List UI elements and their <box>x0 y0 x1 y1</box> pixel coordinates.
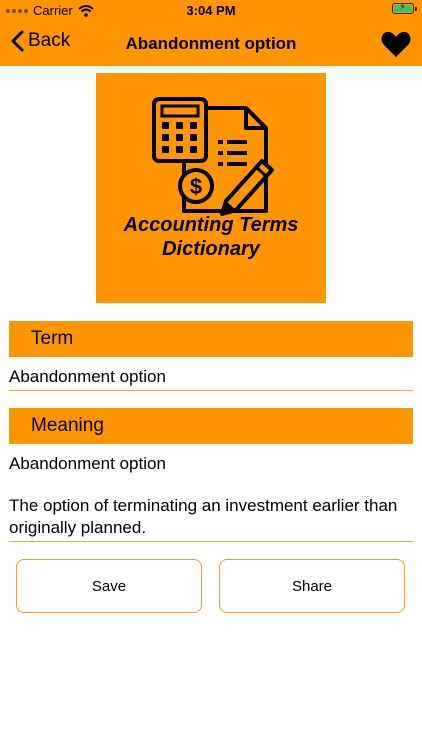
status-time: 3:04 PM <box>186 3 236 18</box>
status-bar: Carrier 3:04 PM ⚡ <box>0 0 422 22</box>
navigation-bar: Back Abandonment option <box>0 22 422 66</box>
meaning-description: The option of terminating an investment … <box>9 496 398 537</box>
heart-icon[interactable] <box>380 28 412 60</box>
meaning-header: Meaning <box>9 408 413 444</box>
page-title: Abandonment option <box>125 34 297 53</box>
logo-illustration: $ <box>152 97 274 216</box>
dollar-coin-icon: $ <box>178 168 214 204</box>
term-value: Abandonment option <box>9 366 413 391</box>
save-button[interactable]: Save <box>16 559 202 613</box>
svg-text:$: $ <box>190 174 202 199</box>
term-header: Term <box>9 321 413 357</box>
logo-title-line1: Accounting Terms <box>123 214 299 236</box>
top-bar: Carrier 3:04 PM ⚡ Back Abandonment optio… <box>0 0 422 66</box>
logo-title-line2: Dictionary <box>162 238 260 260</box>
meaning-value: Abandonment option The option of termina… <box>9 453 413 542</box>
battery-icon: ⚡ <box>392 2 417 14</box>
share-button[interactable]: Share <box>219 559 405 613</box>
app-logo: $ Accounting Terms Dictionary <box>96 73 326 303</box>
calculator-icon <box>152 97 208 163</box>
meaning-title: Abandonment option <box>9 454 166 473</box>
